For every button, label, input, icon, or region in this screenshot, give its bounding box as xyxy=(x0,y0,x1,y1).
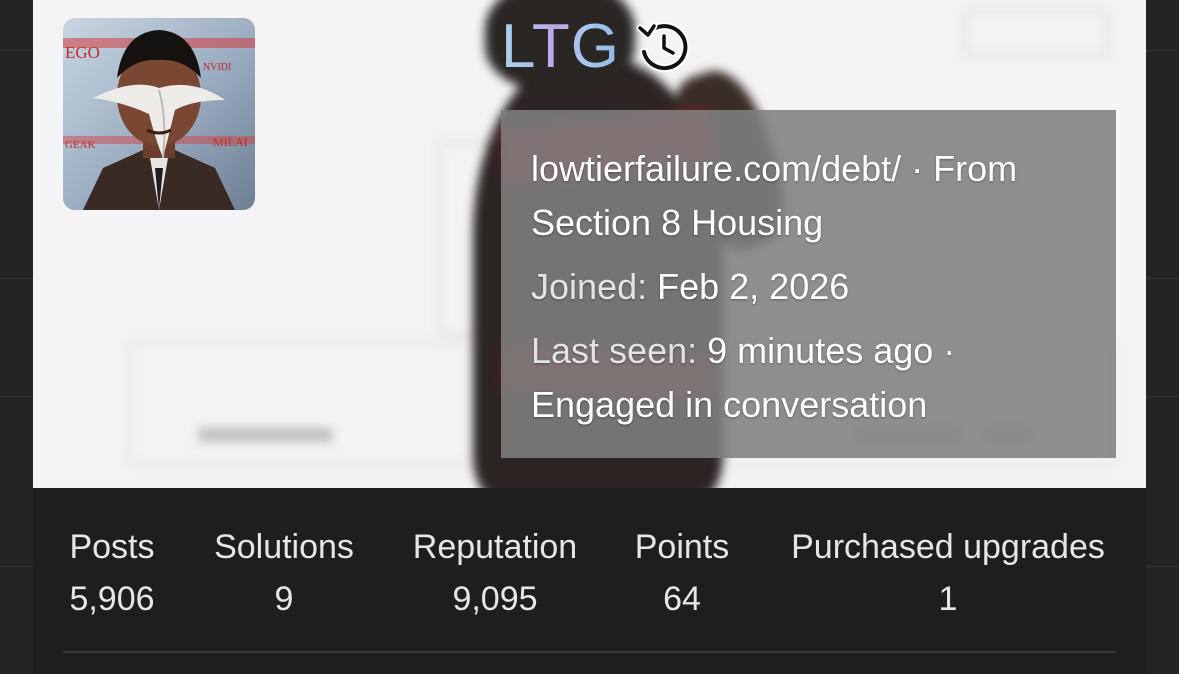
svg-text:EGO: EGO xyxy=(65,43,100,62)
background-divider xyxy=(0,566,33,567)
background-divider xyxy=(0,50,33,51)
stats-divider xyxy=(63,651,1116,653)
stat-reputation[interactable]: Reputation 9,095 xyxy=(405,524,585,628)
history-icon[interactable] xyxy=(634,18,692,76)
background-divider xyxy=(1146,566,1179,567)
stat-value: 5,906 xyxy=(69,580,155,618)
profile-page: EGO NVIDI GEAK MILAI LTG lowtierfailure.… xyxy=(0,0,1179,674)
stat-value: 9,095 xyxy=(452,580,538,618)
stat-value: 9 xyxy=(274,580,294,618)
background-divider xyxy=(1146,396,1179,397)
avatar[interactable]: EGO NVIDI GEAK MILAI xyxy=(63,18,255,210)
joined-label: Joined: xyxy=(531,266,648,307)
svg-text:NVIDI: NVIDI xyxy=(203,62,231,73)
stat-label: Purchased upgrades xyxy=(791,528,1105,566)
stat-points[interactable]: Points 64 xyxy=(629,524,735,628)
joined-line: Joined: Feb 2, 2026 xyxy=(531,260,1086,314)
profile-info-box: lowtierfailure.com/debt/ · From Section … xyxy=(501,110,1116,458)
avatar-image: EGO NVIDI GEAK MILAI xyxy=(63,18,255,210)
stat-posts[interactable]: Posts 5,906 xyxy=(63,524,161,628)
svg-text:MILAI: MILAI xyxy=(213,135,248,149)
member-profile-card: EGO NVIDI GEAK MILAI LTG lowtierfailure.… xyxy=(33,0,1146,674)
background-divider xyxy=(1146,50,1179,51)
last-seen-label: Last seen: xyxy=(531,330,698,371)
member-stats: Posts 5,906 Solutions 9 Reputation 9,095… xyxy=(33,488,1146,674)
stat-purchased-upgrades[interactable]: Purchased upgrades 1 xyxy=(779,524,1117,628)
stat-value: 1 xyxy=(938,580,958,618)
username-row: LTG xyxy=(501,12,692,82)
activity-status: Engaged in conversation xyxy=(531,384,928,425)
stat-label: Reputation xyxy=(412,528,578,566)
background-divider xyxy=(1146,278,1179,279)
about-line: lowtierfailure.com/debt/ · From Section … xyxy=(531,142,1086,250)
background-divider xyxy=(0,396,33,397)
stat-value: 64 xyxy=(663,580,701,618)
last-seen-line: Last seen: 9 minutes ago · Engaged in co… xyxy=(531,324,1086,432)
stat-label: Posts xyxy=(69,528,155,566)
joined-date: Feb 2, 2026 xyxy=(657,266,850,307)
stat-label: Points xyxy=(634,528,730,566)
background-divider xyxy=(0,278,33,279)
stat-solutions[interactable]: Solutions 9 xyxy=(208,524,360,628)
about-text[interactable]: lowtierfailure.com/debt/ · From Section … xyxy=(531,148,1017,243)
stat-label: Solutions xyxy=(214,528,354,566)
username[interactable]: LTG xyxy=(501,12,620,82)
last-seen-time: 9 minutes ago · xyxy=(707,330,956,371)
svg-text:GEAK: GEAK xyxy=(65,139,96,151)
profile-banner: EGO NVIDI GEAK MILAI LTG lowtierfailure.… xyxy=(33,0,1146,488)
